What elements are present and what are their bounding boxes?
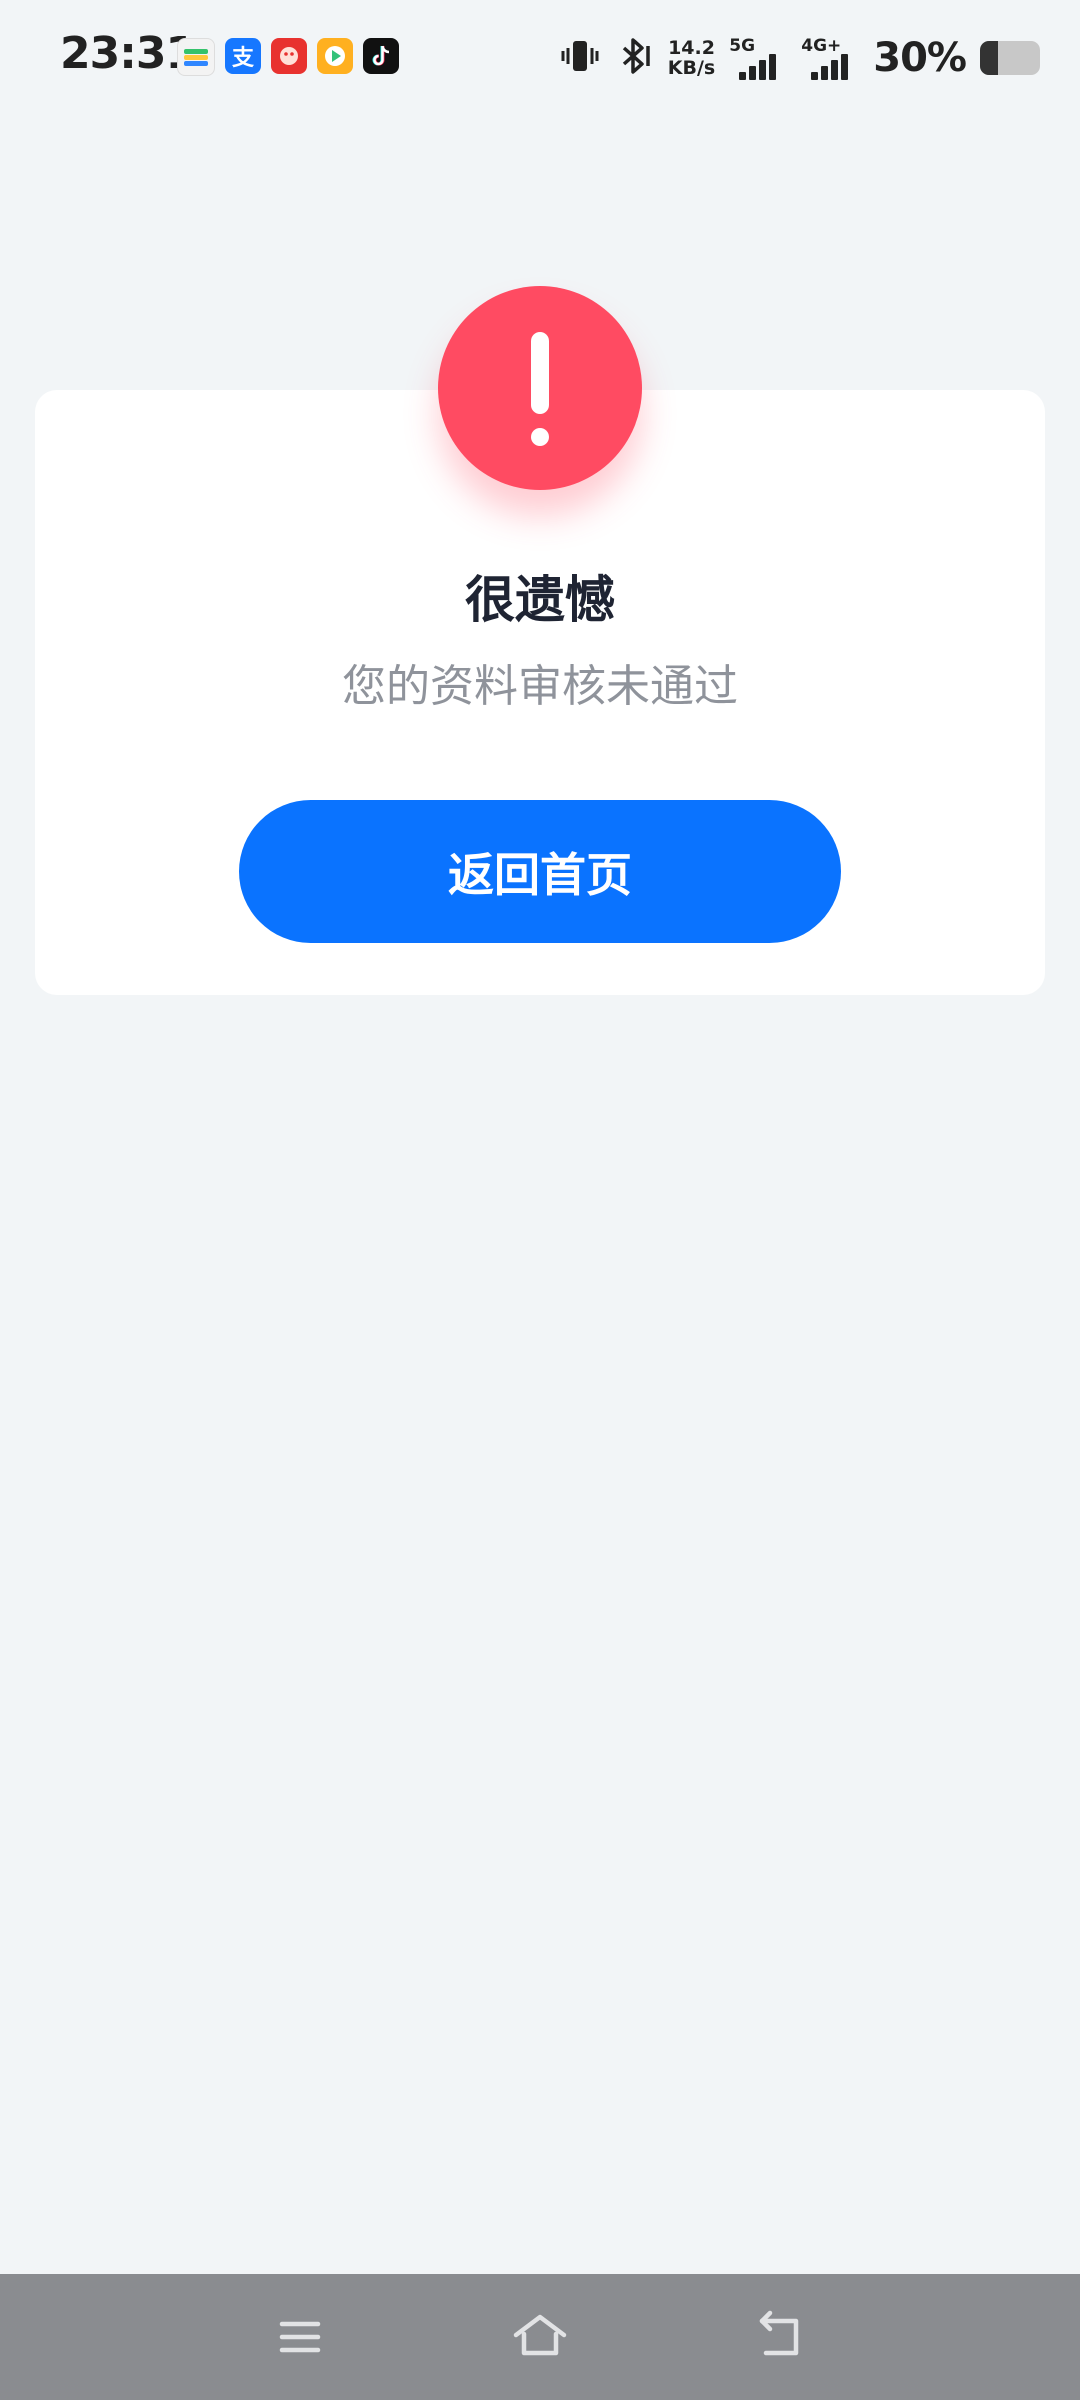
menu-icon[interactable] [265,2302,335,2372]
home-icon[interactable] [505,2302,575,2372]
video-app-icon [317,38,353,74]
signal-bars-icon [811,54,849,80]
bluetooth-icon [614,36,654,80]
exclamation-line [531,332,549,414]
wallet-icon [177,38,215,76]
navigation-bar [0,2274,1080,2400]
notification-app-icons: 支 [177,38,399,76]
exclamation-dot [531,428,549,446]
status-time: 23:31 [60,28,196,79]
network-speed-value: 14.2 [668,37,715,59]
red-app-icon [271,38,307,74]
signal-bars-icon [739,54,777,80]
battery-fill [980,41,998,75]
signal-4g-label: 4G+ [801,36,842,56]
network-speed: 14.2 KB/s [668,38,715,78]
back-icon[interactable] [745,2302,815,2372]
exclamation-icon [438,286,642,490]
result-title: 很遗憾 [465,571,615,629]
signal-5g-label: 5G [729,36,756,56]
vibrate-icon [560,36,600,80]
tiktok-icon [363,38,399,74]
result-description: 您的资料审核未通过 [342,661,738,712]
alipay-icon: 支 [225,38,261,74]
network-speed-unit: KB/s [667,57,716,79]
signal-4g: 4G+ [801,36,859,80]
battery-percentage: 30% [873,35,967,81]
status-bar: 23:31 支 14.2 KB/s 5G 4G+ 30% [0,0,1080,116]
return-home-button[interactable]: 返回首页 [239,800,841,943]
signal-5g: 5G [729,36,787,80]
status-indicators: 14.2 KB/s 5G 4G+ 30% [560,30,1040,86]
battery-icon [980,41,1040,75]
